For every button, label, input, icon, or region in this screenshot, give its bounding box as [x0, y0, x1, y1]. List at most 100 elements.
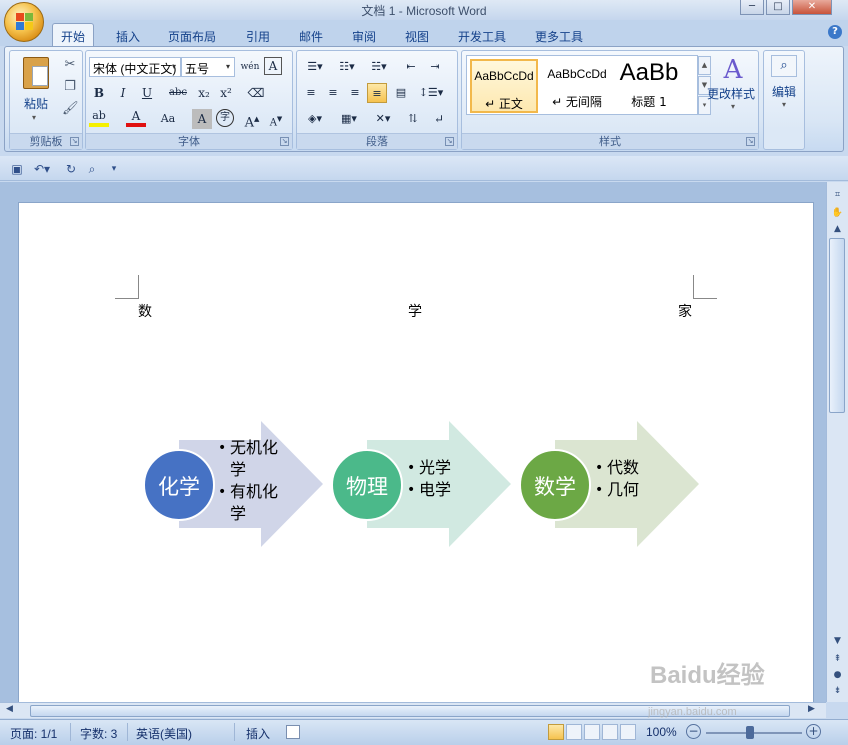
print-preview-icon[interactable]: ⌕ — [84, 161, 100, 177]
tab-insert[interactable]: 插入 — [108, 26, 148, 46]
chinese-layout-icon[interactable]: ✕▾ — [369, 109, 397, 129]
macro-record-icon[interactable] — [286, 725, 300, 739]
copy-icon[interactable]: ❐ — [62, 79, 78, 95]
print-layout-view-icon[interactable] — [548, 724, 564, 740]
insert-mode[interactable]: 插入 — [246, 725, 270, 742]
close-button[interactable]: ✕ — [792, 0, 832, 15]
draft-view-icon[interactable] — [620, 724, 636, 740]
justify-icon[interactable]: ≡ — [367, 83, 387, 103]
help-icon[interactable]: ? — [828, 25, 842, 39]
scroll-up-icon[interactable]: ▲ — [830, 222, 845, 237]
clipboard-launcher-icon[interactable]: ↘ — [70, 137, 79, 146]
phonetic-guide-icon[interactable]: wén — [240, 57, 260, 77]
scroll-down-icon[interactable]: ▼ — [830, 634, 845, 649]
align-right-icon[interactable]: ≡ — [345, 83, 365, 103]
sort-icon[interactable]: ⇅ — [403, 109, 423, 129]
language-indicator[interactable]: 英语(美国) — [136, 725, 192, 742]
node-bullet-list: 代数 几何 — [595, 457, 665, 501]
char-shading-button[interactable]: A — [192, 109, 212, 129]
distributed-icon[interactable]: ▤ — [391, 83, 411, 103]
show-marks-icon[interactable]: ↵ — [429, 109, 449, 129]
format-painter-icon[interactable]: 🖌 — [62, 101, 79, 117]
styles-launcher-icon[interactable]: ↘ — [746, 137, 755, 146]
tab-more-tools[interactable]: 更多工具 — [527, 26, 591, 46]
font-size-combo[interactable]: 五号 ▾ — [181, 57, 235, 77]
italic-button[interactable]: I — [113, 83, 133, 103]
full-screen-reading-icon[interactable] — [566, 724, 582, 740]
outline-view-icon[interactable] — [602, 724, 618, 740]
tab-developer[interactable]: 开发工具 — [450, 26, 514, 46]
pan-hand-icon[interactable]: ✋ — [830, 206, 845, 221]
tab-view[interactable]: 视图 — [397, 26, 437, 46]
cut-icon[interactable]: ✂ — [62, 57, 78, 73]
scroll-thumb[interactable] — [829, 238, 845, 413]
select-browse-object-icon[interactable]: ● — [830, 668, 845, 683]
underline-button[interactable]: U — [137, 83, 157, 103]
previous-page-icon[interactable]: ⇞ — [830, 652, 845, 667]
grow-font-button[interactable]: A▲ — [242, 109, 262, 130]
redo-icon[interactable]: ↻ — [63, 161, 79, 177]
increase-indent-icon[interactable]: ⇥ — [425, 57, 445, 77]
scroll-left-icon[interactable]: ◀ — [6, 704, 13, 714]
save-icon[interactable]: ▣ — [9, 161, 25, 177]
tab-review[interactable]: 审阅 — [344, 26, 384, 46]
tab-page-layout[interactable]: 页面布局 — [160, 26, 224, 46]
borders-icon[interactable]: ▦▾ — [335, 109, 363, 129]
multilevel-list-icon[interactable]: ☵▾ — [365, 57, 393, 77]
tab-references[interactable]: 引用 — [238, 26, 278, 46]
word-count[interactable]: 字数: 3 — [80, 725, 117, 742]
node-circle[interactable]: 化学 — [143, 449, 215, 521]
page-count[interactable]: 页面: 1/1 — [10, 725, 57, 742]
undo-icon[interactable]: ↶▾ — [30, 161, 54, 177]
decrease-indent-icon[interactable]: ⇤ — [401, 57, 421, 77]
tab-mailings[interactable]: 邮件 — [291, 26, 331, 46]
office-button[interactable] — [4, 2, 44, 42]
shading-icon[interactable]: ◈▾ — [301, 109, 329, 129]
zoom-in-icon[interactable]: + — [806, 724, 821, 739]
highlight-button[interactable]: ab — [89, 109, 109, 127]
zoom-out-icon[interactable]: − — [686, 724, 701, 739]
web-layout-icon[interactable] — [584, 724, 600, 740]
bold-button[interactable]: B — [89, 83, 109, 103]
paste-button[interactable]: 粘贴 ▾ — [16, 57, 56, 123]
smartart-diagram[interactable]: 化学 无机化学 有机化学 物理 光学 电学 数学 代数 几何 — [143, 421, 703, 551]
superscript-button[interactable]: x² — [216, 83, 236, 103]
scroll-right-icon[interactable]: ▶ — [808, 704, 815, 714]
enclose-char-button[interactable]: 字 — [216, 109, 234, 127]
style-normal[interactable]: AaBbCcDd ↵ 正文 — [470, 59, 538, 113]
zoom-slider-thumb[interactable] — [746, 726, 754, 739]
next-page-icon[interactable]: ⇟ — [830, 684, 845, 699]
zoom-slider[interactable] — [706, 732, 802, 734]
view-ruler-icon[interactable]: ⌗ — [830, 188, 845, 203]
customize-qat-icon[interactable]: ▾ — [106, 161, 122, 177]
shrink-font-button[interactable]: A▼ — [266, 109, 286, 129]
subscript-button[interactable]: x₂ — [194, 83, 214, 103]
document-page[interactable]: 数 学 家 化学 无机化学 有机化学 物理 光学 电学 — [18, 202, 814, 702]
font-launcher-icon[interactable]: ↘ — [280, 137, 289, 146]
node-circle[interactable]: 物理 — [331, 449, 403, 521]
zoom-level[interactable]: 100% — [646, 725, 677, 739]
node-circle[interactable]: 数学 — [519, 449, 591, 521]
align-center-icon[interactable]: ≡ — [323, 83, 343, 103]
line-spacing-icon[interactable]: ↕☰▾ — [417, 83, 445, 103]
paragraph-launcher-icon[interactable]: ↘ — [445, 137, 454, 146]
editing-button[interactable]: ⌕ 编辑 ▾ — [767, 55, 801, 125]
styles-group-label: 样式 — [462, 133, 758, 149]
font-color-button[interactable]: A — [126, 109, 146, 127]
bullets-icon[interactable]: ☰▾ — [301, 57, 329, 77]
change-case-button[interactable]: Aa — [158, 109, 178, 129]
clear-format-icon[interactable]: ⌫ — [246, 83, 266, 103]
change-styles-button[interactable]: A 更改样式 ▾ — [707, 55, 756, 121]
crop-mark — [115, 275, 139, 299]
style-no-spacing[interactable]: AaBbCcDd ↵ 无间隔 — [543, 59, 611, 113]
tab-home[interactable]: 开始 — [52, 23, 95, 46]
char-border-icon[interactable]: A — [264, 57, 282, 75]
font-family-combo[interactable]: 宋体 (中文正文) ▾ — [89, 57, 181, 77]
strikethrough-button[interactable]: abc — [166, 83, 190, 103]
style-heading-1[interactable]: AaBb 标题 1 — [615, 59, 683, 113]
minimize-button[interactable]: ─ — [740, 0, 764, 15]
numbering-icon[interactable]: ☷▾ — [333, 57, 361, 77]
align-left-icon[interactable]: ≡ — [301, 83, 321, 103]
vertical-scrollbar[interactable]: ⌗ ✋ ▲ ▼ ⇞ ● ⇟ — [826, 182, 848, 702]
maximize-button[interactable]: □ — [766, 0, 790, 15]
